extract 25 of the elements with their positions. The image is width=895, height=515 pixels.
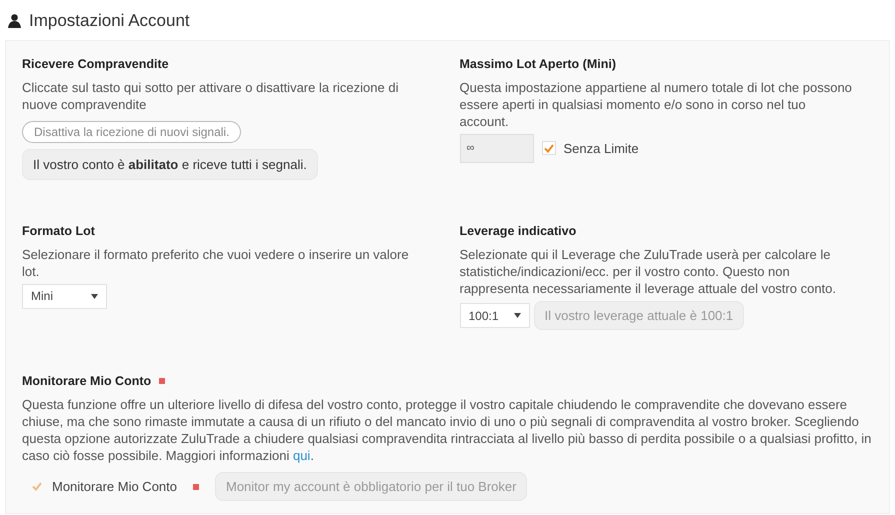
- dropdown[interactable]: Mini: [22, 284, 107, 309]
- checkbox[interactable]: [542, 141, 556, 156]
- max-lot-field[interactable]: ∞: [460, 134, 534, 163]
- user-icon: [8, 14, 21, 28]
- caret-icon: [91, 294, 98, 299]
- description: Questa funzione offre un ulteriore livello di difesa del vostro conto, protegge il vostro capitale chiudendo le compravendite che dovevano essere chiuse, ma che sono rimaste immutate a causa di un rifiuto o del mancato invio di uno o più segnali di compravendita al vostro broker. Scegliendo questa opzione autorizzate ZuluTrade a chiudere qualsiasi compravendita rintracciata al livello più basso di perdita possibile o a qualsiasi profitto, in caso ciò fosse possibile. Maggiori informazioni qui.: [22, 396, 872, 464]
- broker-note: Monitor my account è obbligatorio per il tuo Broker: [215, 472, 528, 502]
- checkbox-label: Senza Limite: [564, 140, 639, 158]
- description: Selezionate qui il Leverage che ZuluTrade userà per calcolare le statistiche/indicazioni/ecc. per il vostro conto. Questo non rappresenta necessariamente il leverage attuale del vostro conto.: [460, 246, 837, 297]
- status-message: Il vostro conto è abilitato e riceve tutti i segnali.: [22, 148, 318, 180]
- section-heading: Massimo Lot Aperto (Mini): [460, 56, 616, 73]
- section-heading: Leverage indicativo: [460, 223, 576, 240]
- description: Cliccate sul tasto qui sotto per attivare o disattivare la ricezione di nuove compravendite: [22, 78, 400, 113]
- section-heading: Ricevere Compravendite: [22, 56, 169, 73]
- caret-icon: [514, 313, 520, 318]
- section-heading: Formato Lot: [22, 223, 95, 240]
- disable-signals-button[interactable]: Disattiva la ricezione di nuovi signali.: [22, 120, 242, 143]
- checkbox-label: Monitorare Mio Conto: [52, 478, 177, 496]
- description: Selezionare il formato preferito che vuoi vedere o inserire un valore lot.: [22, 246, 410, 280]
- page-title: Impostazioni Account: [29, 10, 190, 32]
- section-heading: Monitorare Mio Conto: [22, 373, 152, 390]
- description: Questa impostazione appartiene al numero totale di lot che possono essere aperti in qualsiasi momento e/o sono in corso nel tuo account.: [460, 78, 853, 130]
- dropdown[interactable]: 100:1: [460, 303, 530, 328]
- leverage-note: Il vostro leverage attuale è 100:1: [534, 300, 744, 330]
- info-link[interactable]: qui: [292, 448, 310, 463]
